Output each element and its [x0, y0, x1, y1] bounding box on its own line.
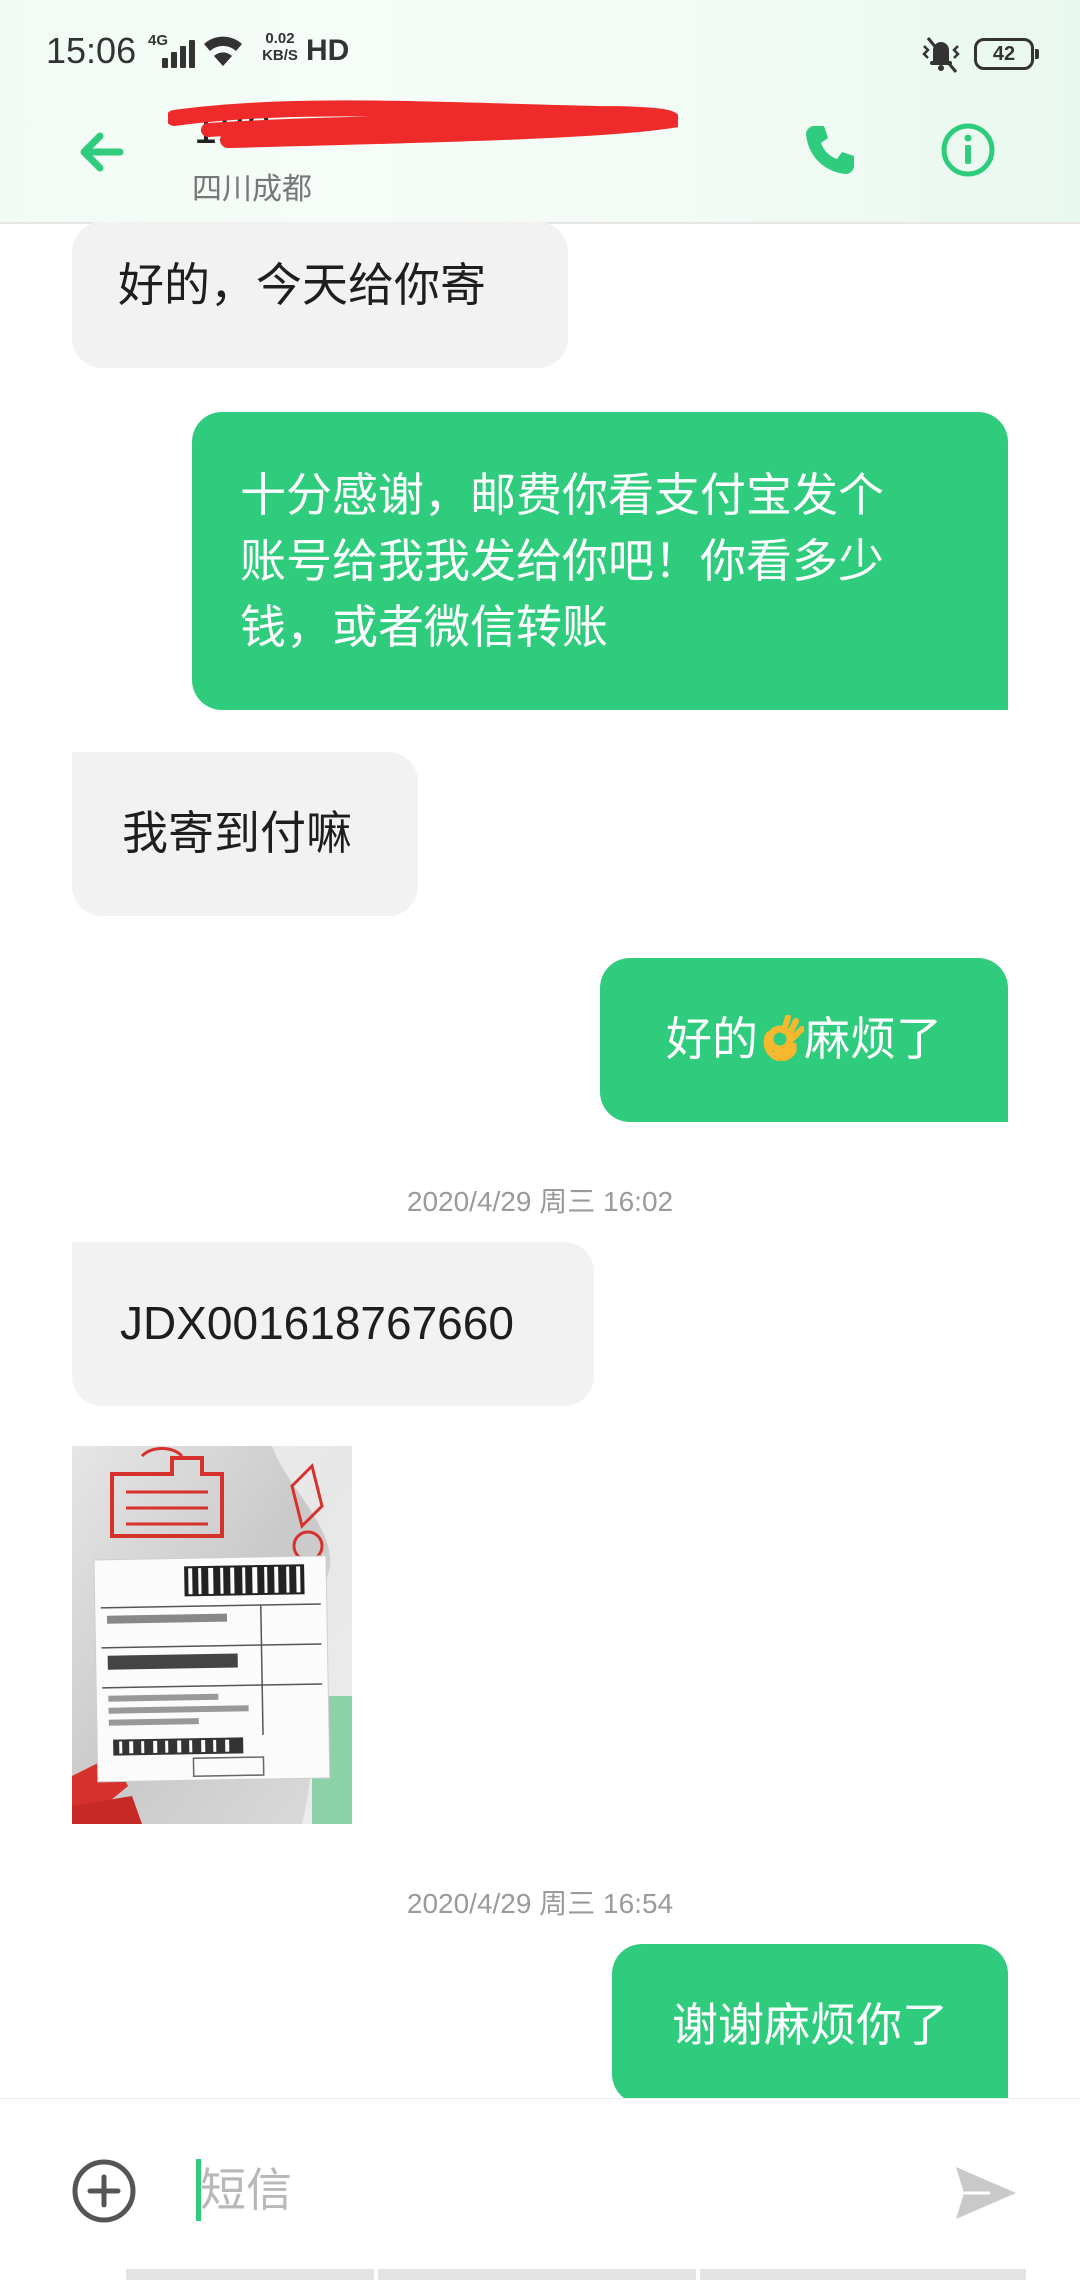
- cell-signal-icon: 4G: [148, 32, 195, 68]
- ok-hand-emoji-icon: [763, 1015, 804, 1061]
- message-line: 十分感谢，邮费你看支付宝发个: [240, 468, 884, 522]
- message-line: 钱，或者微信转账: [240, 600, 608, 654]
- add-attachment-icon[interactable]: [70, 2157, 138, 2225]
- contact-location: 四川成都: [192, 172, 312, 207]
- info-icon[interactable]: [938, 120, 998, 180]
- phone-icon[interactable]: [800, 120, 860, 180]
- compose-bar: [0, 2098, 1080, 2280]
- message-bubble-incoming[interactable]: 好的，今天给你寄: [72, 222, 568, 368]
- network-speed: 0.02 KB/S: [256, 30, 304, 64]
- message-bubble-incoming[interactable]: 我寄到付嘛: [72, 752, 418, 916]
- message-bubble-outgoing[interactable]: 谢谢麻烦你了: [612, 1944, 1008, 2104]
- message-text: 麻烦了: [804, 1012, 942, 1066]
- redaction-mark: [168, 100, 678, 148]
- message-line: 账号给我我发给你吧！你看多少: [240, 534, 884, 588]
- message-bubble-outgoing[interactable]: 好的 麻烦了: [600, 958, 1008, 1122]
- message-bubble-outgoing[interactable]: 十分感谢，邮费你看支付宝发个 账号给我我发给你吧！你看多少 钱，或者微信转账: [192, 412, 1008, 710]
- speed-unit: KB/S: [262, 47, 298, 64]
- status-time: 15:06: [46, 30, 137, 71]
- text-cursor: [196, 2159, 201, 2221]
- keyboard-suggestion-bar: [126, 2269, 1026, 2280]
- package-photo-attachment[interactable]: [72, 1446, 352, 1824]
- battery-icon: 42: [974, 38, 1039, 70]
- top-area: 15:06 4G 0.02 KB/S HD 42 180 四川成都: [0, 0, 1080, 224]
- status-bar: 15:06 4G 0.02 KB/S HD 42: [0, 0, 1080, 110]
- message-input[interactable]: [196, 2147, 920, 2233]
- package-photo-image: [72, 1446, 352, 1824]
- wifi-icon: [204, 36, 242, 66]
- message-timestamp: 2020/4/29 周三 16:54: [406, 1888, 674, 1919]
- message-timestamp: 2020/4/29 周三 16:02: [406, 1186, 674, 1217]
- message-text: 好的: [666, 1012, 758, 1066]
- messaging-screen: 15:06 4G 0.02 KB/S HD 42 180 四川成都 好的，今天给…: [0, 0, 1080, 2280]
- back-arrow-icon[interactable]: [70, 120, 134, 184]
- message-bubble-incoming[interactable]: JDX001618767660: [72, 1242, 594, 1406]
- send-icon[interactable]: [950, 2157, 1022, 2229]
- speed-value: 0.02: [265, 30, 295, 47]
- hd-indicator: HD: [306, 34, 350, 67]
- vibrate-mute-icon: [922, 37, 960, 73]
